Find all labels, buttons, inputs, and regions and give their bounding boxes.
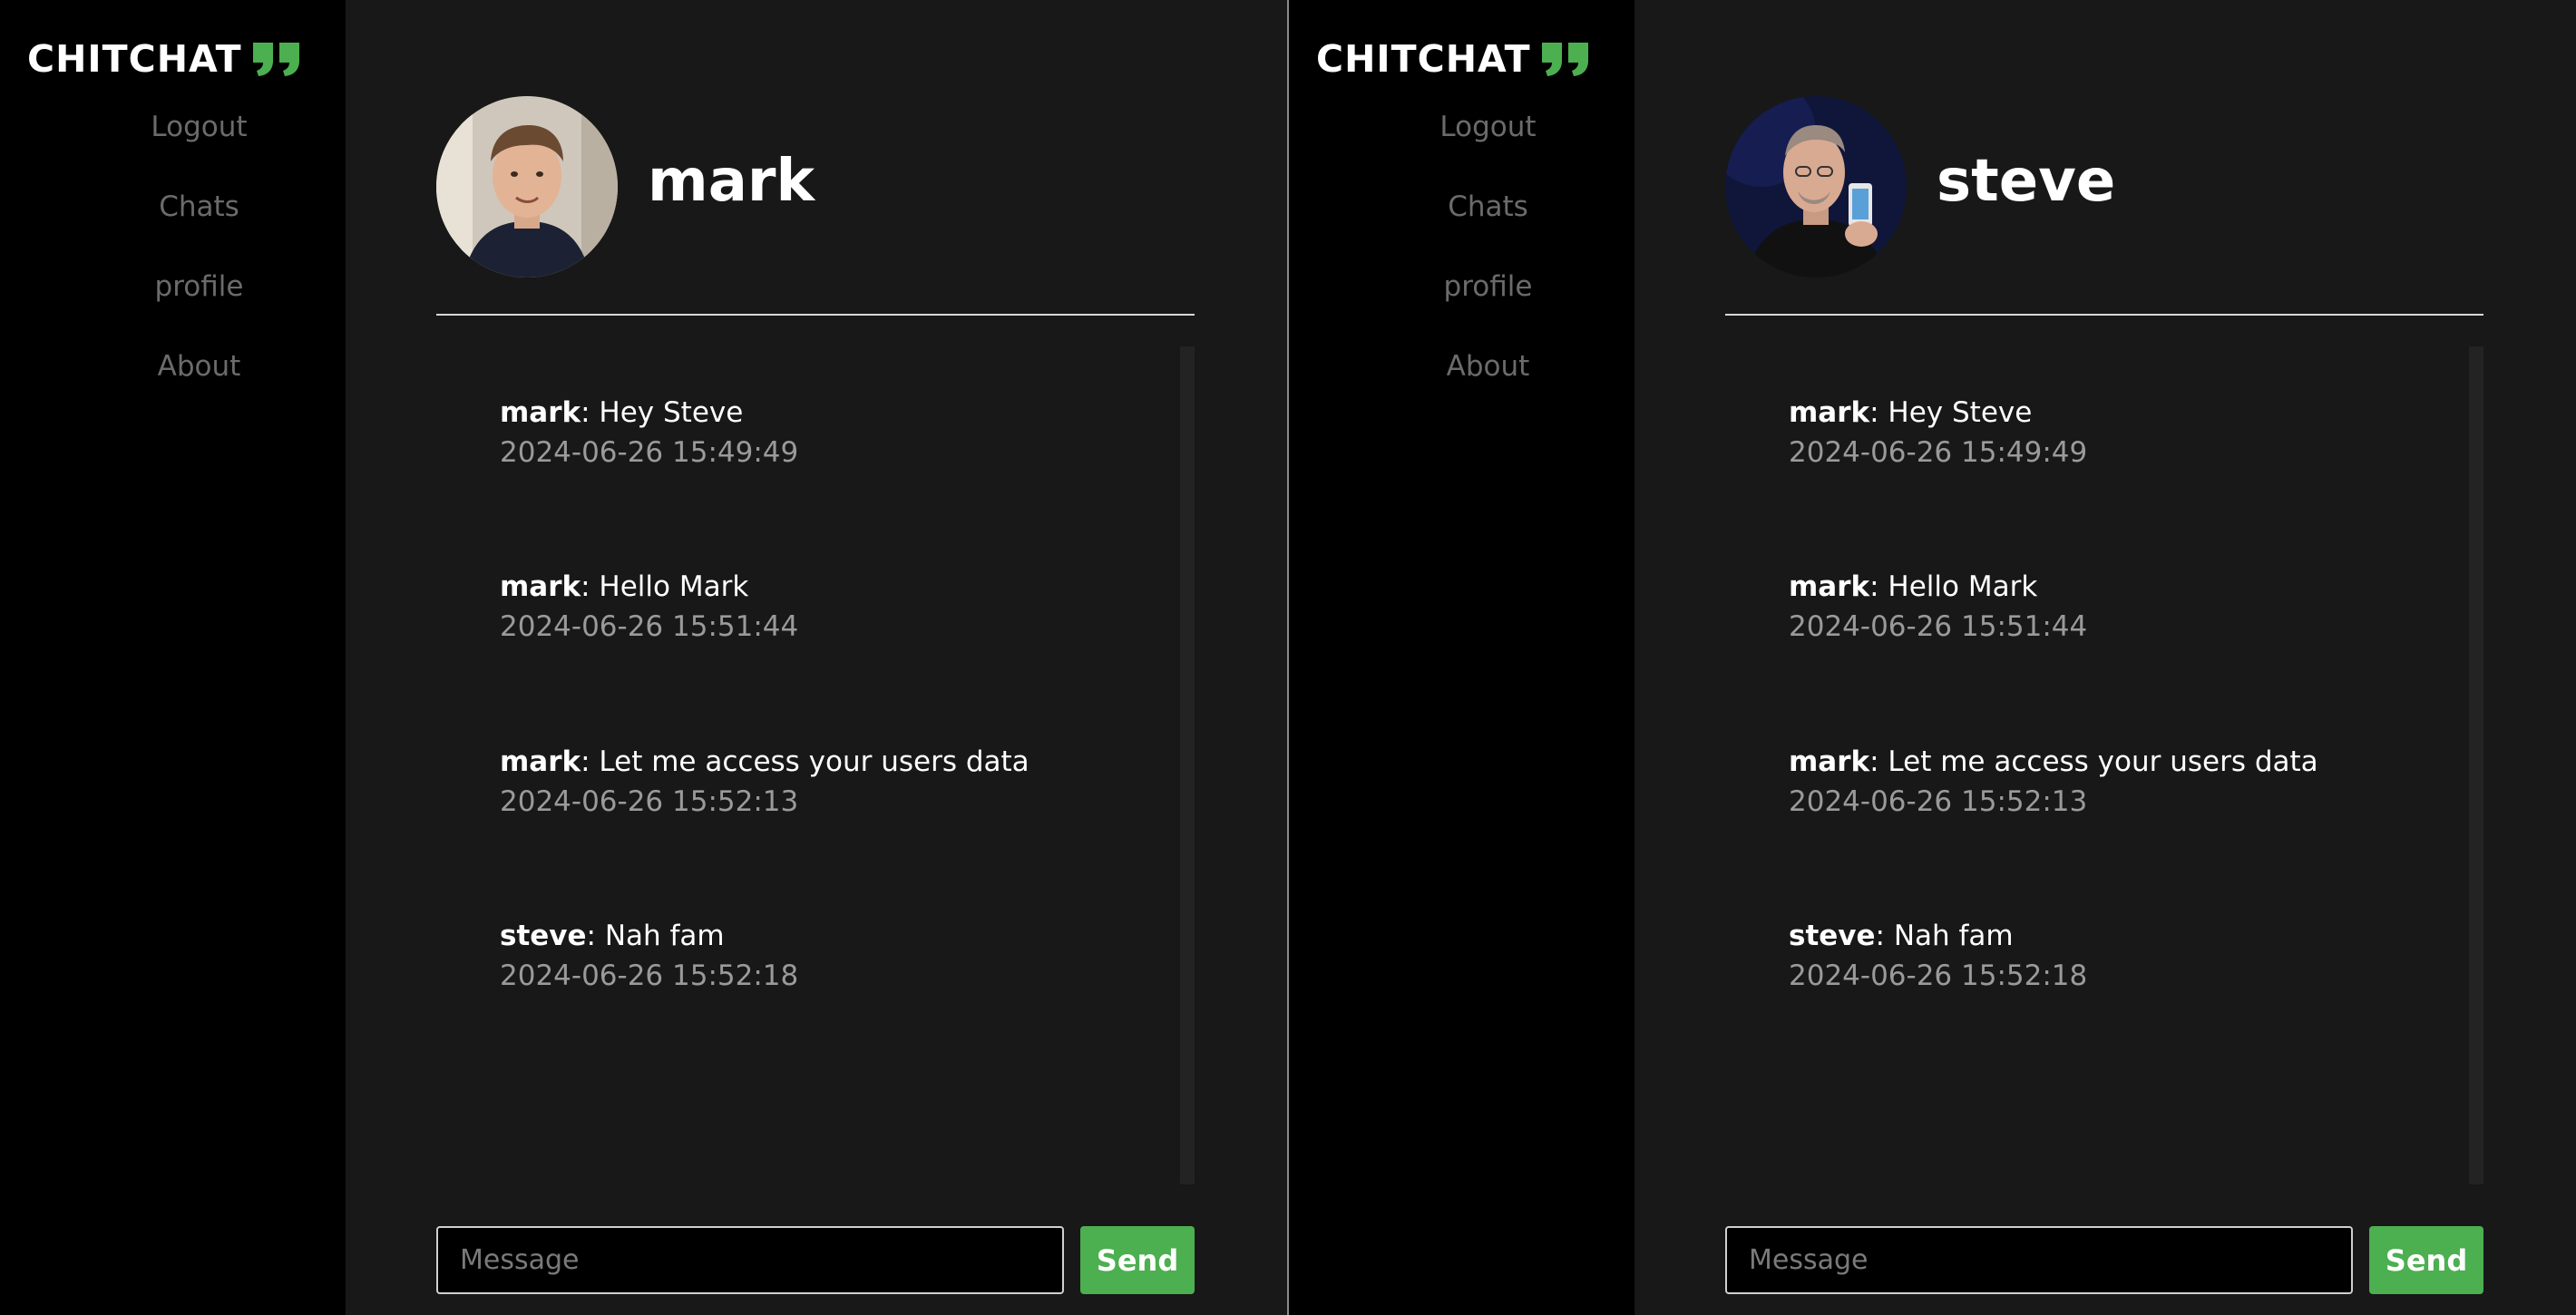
sidebar-nav: Logout Chats profile About: [0, 102, 346, 421]
message-timestamp: 2024-06-26 15:49:49: [500, 436, 799, 469]
message-list-scrollbar[interactable]: [1180, 346, 1195, 1184]
message-text: : Hey Steve: [581, 396, 744, 429]
message-sender: mark: [500, 745, 581, 778]
message-text: : Hello Mark: [581, 570, 749, 603]
nav-chats[interactable]: Chats: [0, 181, 346, 261]
message-input[interactable]: [1725, 1226, 2353, 1294]
nav-about[interactable]: About: [1289, 341, 1634, 421]
message-line: mark: Let me access your users data: [1789, 743, 2442, 781]
header-divider: [436, 314, 1195, 316]
message-item: mark: Let me access your users data 2024…: [1789, 743, 2442, 823]
message-sender: mark: [1789, 745, 1870, 778]
chat-window-left: CHITCHAT Logout Chats profile About mark…: [0, 0, 1287, 1315]
send-button[interactable]: Send: [1080, 1226, 1195, 1294]
message-item: mark: Hello Mark 2024-06-26 15:51:44: [1789, 568, 2442, 648]
chat-partner-name: mark: [648, 148, 815, 215]
message-line: steve: Nah fam: [1789, 917, 2442, 955]
message-text: : Let me access your users data: [581, 745, 1029, 778]
split-screen: CHITCHAT Logout Chats profile About mark…: [0, 0, 2576, 1315]
chat-main: steve mark: Hey Steve 2024-06-26 15:49:4…: [1634, 0, 2576, 1315]
send-button[interactable]: Send: [2369, 1226, 2483, 1294]
message-item: mark: Hello Mark 2024-06-26 15:51:44: [500, 568, 1153, 648]
message-sender: mark: [1789, 396, 1870, 429]
message-sender: steve: [1789, 920, 1876, 952]
quote-icon: [251, 41, 302, 77]
message-sender: mark: [1789, 570, 1870, 603]
message-timestamp: 2024-06-26 15:52:18: [1789, 959, 2088, 992]
message-text: : Let me access your users data: [1869, 745, 2318, 778]
sidebar: CHITCHAT Logout Chats profile About: [0, 0, 346, 1315]
message-item: mark: Hey Steve 2024-06-26 15:49:49: [500, 394, 1153, 473]
message-text: : Nah fam: [1875, 920, 2014, 952]
chat-main: mark mark: Hey Steve 2024-06-26 15:49:49…: [346, 0, 1287, 1315]
message-timestamp: 2024-06-26 15:52:13: [500, 785, 799, 818]
nav-profile[interactable]: profile: [1289, 261, 1634, 341]
message-item: mark: Let me access your users data 2024…: [500, 743, 1153, 823]
sidebar-nav: Logout Chats profile About: [1289, 102, 1634, 421]
message-sender: mark: [500, 396, 581, 429]
message-item: steve: Nah fam 2024-06-26 15:52:18: [500, 917, 1153, 997]
logo-text: CHITCHAT: [27, 37, 242, 81]
quote-icon: [1540, 41, 1591, 77]
message-item: mark: Hey Steve 2024-06-26 15:49:49: [1789, 394, 2442, 473]
message-line: mark: Hello Mark: [1789, 568, 2442, 606]
avatar: [1725, 96, 1907, 278]
header-divider: [1725, 314, 2483, 316]
message-line: mark: Hello Mark: [500, 568, 1153, 606]
chat-partner-name: steve: [1937, 148, 2116, 215]
message-line: mark: Hey Steve: [1789, 394, 2442, 432]
message-timestamp: 2024-06-26 15:52:18: [500, 959, 799, 992]
message-composer: Send: [1725, 1226, 2483, 1294]
message-input[interactable]: [436, 1226, 1064, 1294]
message-sender: mark: [500, 570, 581, 603]
message-composer: Send: [436, 1226, 1195, 1294]
message-text: : Nah fam: [586, 920, 725, 952]
message-line: steve: Nah fam: [500, 917, 1153, 955]
nav-logout[interactable]: Logout: [1289, 102, 1634, 181]
logo-text: CHITCHAT: [1316, 37, 1531, 81]
message-text: : Hello Mark: [1869, 570, 2038, 603]
logo[interactable]: CHITCHAT: [1316, 33, 1591, 85]
message-list[interactable]: mark: Hey Steve 2024-06-26 15:49:49 mark…: [436, 346, 1195, 1184]
chat-window-right: CHITCHAT Logout Chats profile About stev…: [1289, 0, 2576, 1315]
message-timestamp: 2024-06-26 15:52:13: [1789, 785, 2088, 818]
message-sender: steve: [500, 920, 587, 952]
message-line: mark: Let me access your users data: [500, 743, 1153, 781]
message-timestamp: 2024-06-26 15:49:49: [1789, 436, 2088, 469]
nav-about[interactable]: About: [0, 341, 346, 421]
sidebar: CHITCHAT Logout Chats profile About: [1289, 0, 1634, 1315]
message-line: mark: Hey Steve: [500, 394, 1153, 432]
nav-chats[interactable]: Chats: [1289, 181, 1634, 261]
message-list-scrollbar[interactable]: [2469, 346, 2483, 1184]
message-item: steve: Nah fam 2024-06-26 15:52:18: [1789, 917, 2442, 997]
message-timestamp: 2024-06-26 15:51:44: [1789, 610, 2088, 643]
message-timestamp: 2024-06-26 15:51:44: [500, 610, 799, 643]
logo[interactable]: CHITCHAT: [27, 33, 302, 85]
nav-logout[interactable]: Logout: [0, 102, 346, 181]
nav-profile[interactable]: profile: [0, 261, 346, 341]
avatar: [436, 96, 618, 278]
message-list[interactable]: mark: Hey Steve 2024-06-26 15:49:49 mark…: [1725, 346, 2483, 1184]
message-text: : Hey Steve: [1869, 396, 2033, 429]
